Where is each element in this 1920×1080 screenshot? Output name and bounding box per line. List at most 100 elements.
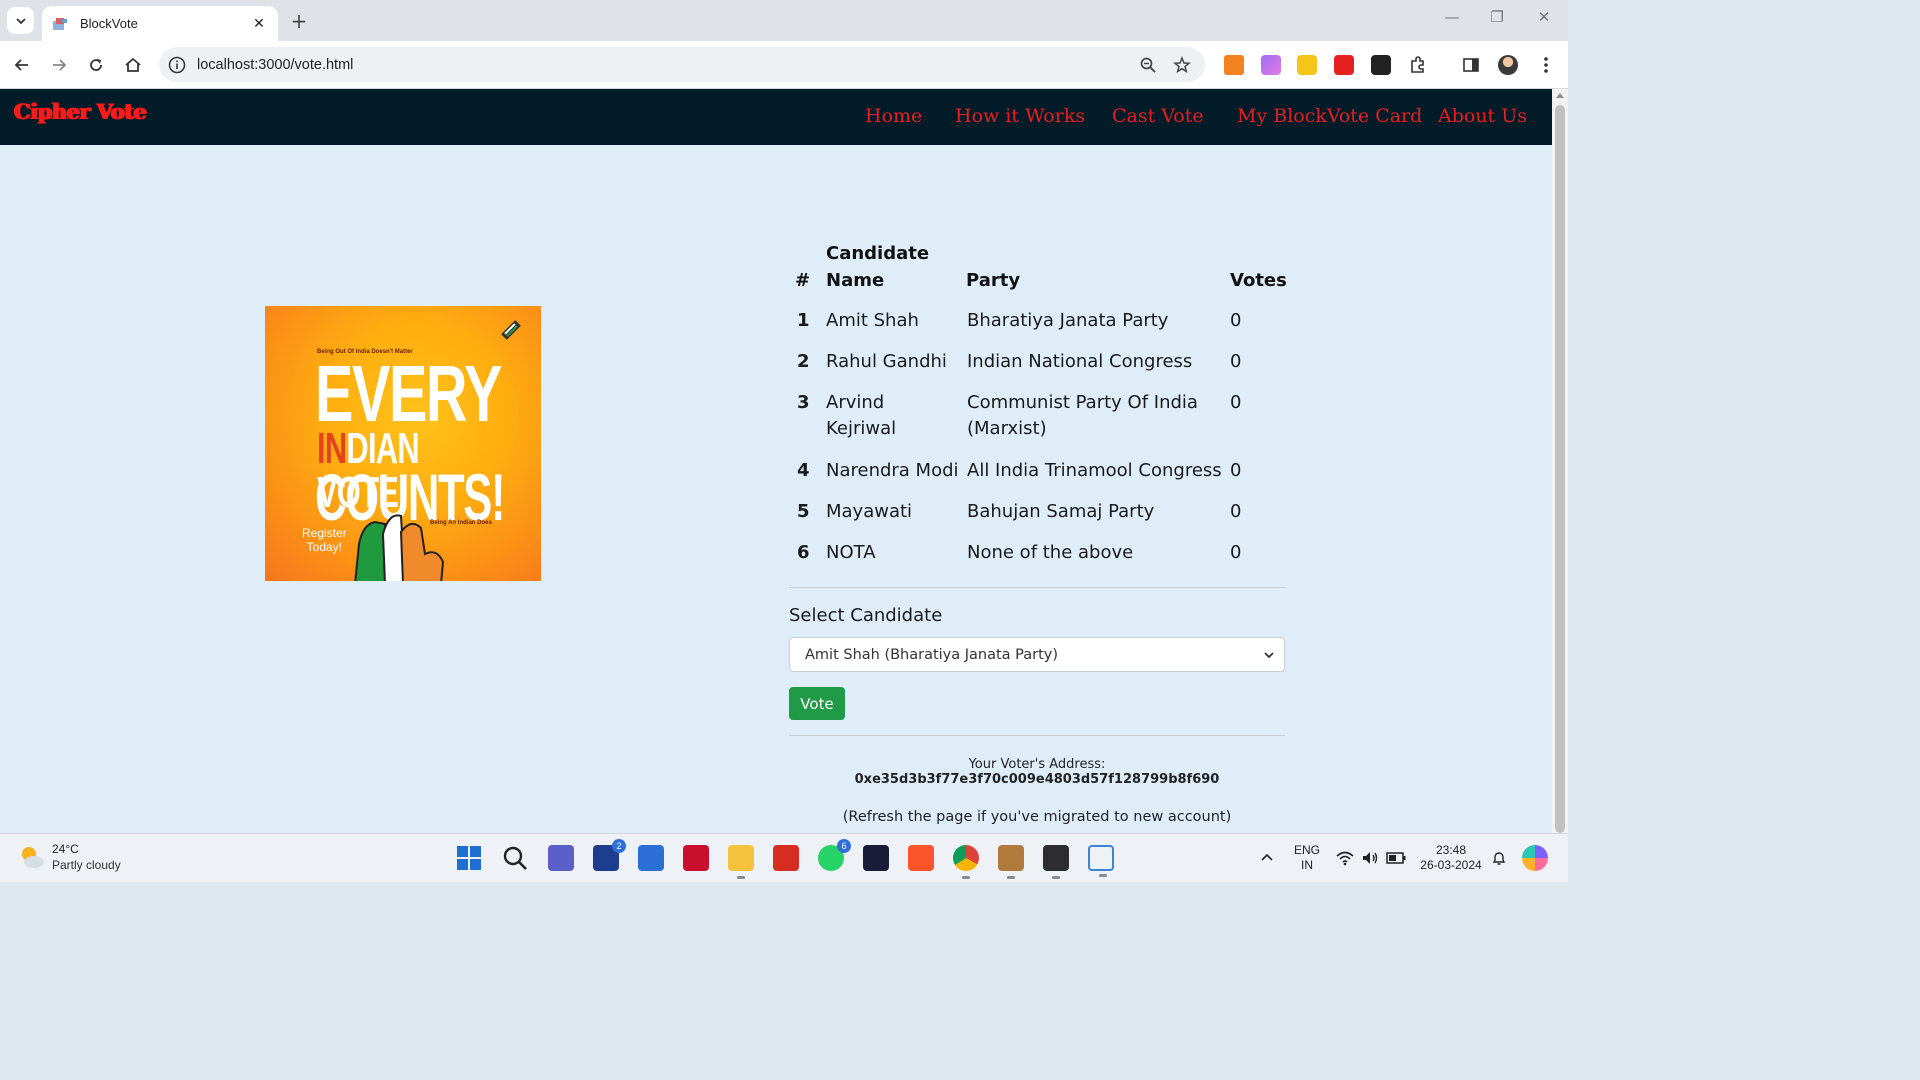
notification-bell-icon[interactable] <box>1491 850 1507 866</box>
table-row-number: 5 <box>797 501 810 522</box>
scroll-up-icon[interactable] <box>1556 93 1564 98</box>
clock-date: 26-03-2024 <box>1420 858 1482 872</box>
candidate-name-line2: Kejriwal <box>826 418 897 439</box>
active-indicator <box>1099 874 1107 877</box>
teams-icon[interactable] <box>548 845 574 871</box>
forward-button[interactable] <box>47 53 71 77</box>
col-header-name-line1: Candidate <box>826 243 930 264</box>
zoom-icon[interactable] <box>1137 54 1159 76</box>
mcafee-icon[interactable] <box>683 845 709 871</box>
metamask-extension-icon[interactable] <box>1224 55 1244 75</box>
table-row-number: 2 <box>797 351 810 372</box>
candidate-party-line2: (Marxist) <box>967 418 1047 439</box>
snipping-tool-icon[interactable] <box>1088 845 1114 877</box>
intellij-icon[interactable] <box>863 845 889 871</box>
candidate-party: Bahujan Samaj Party <box>967 501 1155 522</box>
file-explorer-icon[interactable] <box>728 845 754 879</box>
weather-temperature[interactable]: 24°C <box>52 842 79 856</box>
candidate-party: Indian National Congress <box>967 351 1193 372</box>
candidate-party: All India Trinamool Congress <box>967 460 1222 481</box>
browser-tab-bar: BlockVote ✕ + — ❐ ✕ <box>0 0 1568 41</box>
candidate-votes: 0 <box>1230 460 1242 481</box>
nav-how-it-works[interactable]: How it Works <box>955 105 1085 127</box>
candidate-name: NOTA <box>826 542 876 563</box>
chrome-icon[interactable] <box>953 845 979 879</box>
candidate-name: Amit Shah <box>826 310 919 331</box>
candidate-name: Narendra Modi <box>826 460 959 481</box>
reload-button[interactable] <box>84 53 108 77</box>
new-tab-button[interactable]: + <box>288 9 310 33</box>
candidate-votes: 0 <box>1230 351 1242 372</box>
nav-about-us[interactable]: About Us <box>1438 105 1527 127</box>
close-window-icon[interactable]: ✕ <box>1532 8 1556 26</box>
browser-tab[interactable]: BlockVote ✕ <box>42 6 278 41</box>
nav-my-blockvote-card[interactable]: My BlockVote Card <box>1237 105 1422 127</box>
back-button[interactable] <box>10 53 34 77</box>
chevron-down-icon <box>1264 651 1274 658</box>
address-bar[interactable]: localhost:3000/vote.html <box>159 47 1205 82</box>
brand-logo[interactable]: Cipher Vote <box>14 99 147 124</box>
mail-icon[interactable] <box>638 845 664 871</box>
youtube-extension-icon[interactable] <box>1334 55 1354 75</box>
nav-home[interactable]: Home <box>865 105 922 127</box>
search-icon[interactable] <box>502 845 528 871</box>
table-row-number: 6 <box>797 542 810 563</box>
language-indicator[interactable]: ENG IN <box>1290 843 1324 873</box>
candidate-votes: 0 <box>1230 501 1242 522</box>
terminal-icon[interactable] <box>1043 845 1069 879</box>
table-row-number: 1 <box>797 310 810 331</box>
windows-start-icon[interactable] <box>456 845 482 871</box>
clock[interactable]: 23:48 26-03-2024 <box>1416 843 1486 873</box>
arrow-right-icon <box>53 59 67 71</box>
candidate-name: Rahul Gandhi <box>826 351 947 372</box>
extensions-puzzle-icon[interactable] <box>1408 55 1428 75</box>
side-panel-icon[interactable] <box>1461 55 1481 75</box>
candidate-name-line1: Arvind <box>826 392 885 413</box>
gradient-extension-icon[interactable] <box>1261 55 1281 75</box>
red-app-icon[interactable] <box>773 845 799 871</box>
notification-badge: 2 <box>612 839 626 853</box>
package-app-icon[interactable] <box>998 845 1024 879</box>
vote-button[interactable]: Vote <box>789 687 845 720</box>
page-scrollbar[interactable] <box>1552 89 1568 833</box>
tab-title: BlockVote <box>80 16 138 31</box>
brave-icon[interactable] <box>908 845 934 871</box>
profile-avatar[interactable] <box>1498 55 1518 75</box>
dark-extension-icon[interactable] <box>1371 55 1391 75</box>
battery-icon[interactable] <box>1386 851 1406 865</box>
candidate-select-value: Amit Shah (Bharatiya Janata Party) <box>805 646 1059 663</box>
wifi-icon[interactable] <box>1336 850 1354 866</box>
refresh-note: (Refresh the page if you've migrated to … <box>842 809 1232 825</box>
home-button[interactable] <box>121 53 145 77</box>
yellow-extension-icon[interactable] <box>1297 55 1317 75</box>
restore-icon[interactable]: ❐ <box>1485 8 1509 26</box>
volume-icon[interactable] <box>1361 850 1379 866</box>
weather-description[interactable]: Partly cloudy <box>52 858 121 872</box>
chevron-up-icon[interactable] <box>1260 852 1274 862</box>
windows-taskbar: 24°C Partly cloudy 2 6 ENG IN 23:48 26-0… <box>0 833 1568 882</box>
copilot-icon[interactable] <box>1522 845 1548 871</box>
language-code: ENG <box>1293 843 1320 857</box>
candidate-party: None of the above <box>967 542 1134 563</box>
col-header-votes: Votes <box>1230 270 1287 291</box>
every-indian-vote-counts-poster: Being Out Of India Doesn't Matter EVERY … <box>265 306 541 581</box>
candidate-votes: 0 <box>1230 542 1242 563</box>
whatsapp-icon[interactable]: 6 <box>818 839 851 871</box>
bookmark-star-icon[interactable] <box>1171 54 1193 76</box>
active-indicator <box>1007 876 1015 879</box>
poster-register-line: Register <box>302 526 347 540</box>
candidate-select[interactable]: Amit Shah (Bharatiya Janata Party) <box>789 637 1285 672</box>
nav-cast-vote[interactable]: Cast Vote <box>1112 105 1204 127</box>
tab-close-icon[interactable]: ✕ <box>250 16 268 32</box>
browser-toolbar: localhost:3000/vote.html <box>0 41 1568 89</box>
minimize-icon[interactable]: — <box>1440 8 1464 26</box>
scroll-thumb[interactable] <box>1555 105 1565 833</box>
active-indicator <box>1052 876 1060 879</box>
divider <box>789 587 1285 588</box>
kebab-menu-icon[interactable] <box>1536 55 1556 75</box>
site-info-icon[interactable] <box>167 55 187 75</box>
partly-cloudy-icon[interactable] <box>18 844 46 870</box>
l-app-icon[interactable]: 2 <box>593 839 626 871</box>
active-indicator <box>962 876 970 879</box>
tab-search-button[interactable] <box>7 7 34 34</box>
